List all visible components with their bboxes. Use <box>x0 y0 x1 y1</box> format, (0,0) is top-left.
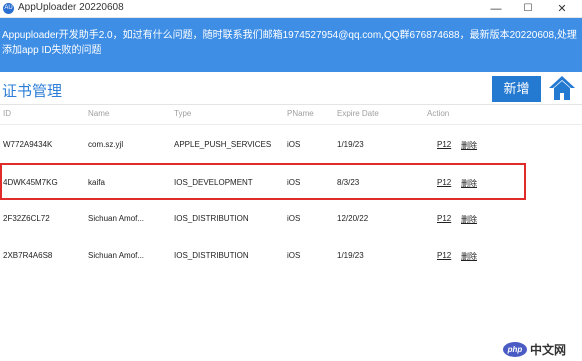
close-button[interactable]: ✕ <box>550 1 574 17</box>
cert-name: com.sz.yjl <box>88 140 124 149</box>
column-header-name: Name <box>88 109 110 118</box>
page-title: 证书管理 <box>2 83 63 100</box>
cert-pname: iOS <box>287 140 301 149</box>
cert-type: IOS_DISTRIBUTION <box>174 214 249 223</box>
download-p12-link[interactable]: P12 <box>437 214 451 223</box>
window-title: AppUploader 20220608 <box>18 2 124 13</box>
delete-link[interactable]: 删除 <box>461 140 477 151</box>
cert-name: Sichuan Amof... <box>88 214 145 223</box>
watermark-text: 中文网 <box>530 343 567 357</box>
cert-id: 2XB7R4A6S8 <box>3 251 53 260</box>
cert-type: IOS_DISTRIBUTION <box>174 251 249 260</box>
cert-id: 2F32Z6CL72 <box>3 214 50 223</box>
table-row: 2XB7R4A6S8 Sichuan Amof... IOS_DISTRIBUT… <box>0 238 582 274</box>
table-row: W772A9434K com.sz.yjl APPLE_PUSH_SERVICE… <box>0 127 582 163</box>
delete-link[interactable]: 删除 <box>461 251 477 262</box>
info-banner: Appuploader开发助手2.0，如过有什么问题，随时联系我们邮箱19745… <box>0 18 582 72</box>
download-p12-link[interactable]: P12 <box>437 251 451 260</box>
column-header-expire-date: Expire Date <box>337 109 379 118</box>
maximize-button[interactable]: ☐ <box>516 1 540 17</box>
add-certificate-button[interactable]: 新增 <box>492 76 541 102</box>
cert-pname: iOS <box>287 251 301 260</box>
column-header-action: Action <box>427 109 450 118</box>
window-titlebar: AU AppUploader 20220608 — ☐ ✕ <box>0 0 582 18</box>
watermark: php 中文网 <box>503 341 579 359</box>
cert-expire-date: 1/19/23 <box>337 251 364 260</box>
column-header-id: ID <box>3 109 11 118</box>
cert-name: Sichuan Amof... <box>88 251 145 260</box>
table-header: ID Name Type PName Expire Date Action <box>0 106 582 125</box>
watermark-logo: php <box>503 342 527 357</box>
delete-link[interactable]: 删除 <box>461 214 477 225</box>
cert-id: W772A9434K <box>3 140 53 149</box>
table-row: 2F32Z6CL72 Sichuan Amof... IOS_DISTRIBUT… <box>0 201 582 237</box>
cert-expire-date: 1/19/23 <box>337 140 364 149</box>
minimize-button[interactable]: — <box>484 1 508 17</box>
column-header-pname: PName <box>287 109 314 118</box>
home-icon[interactable] <box>548 74 576 102</box>
toolbar-divider <box>0 104 582 105</box>
highlight-box <box>0 163 526 200</box>
app-logo-icon: AU <box>3 3 14 14</box>
cert-pname: iOS <box>287 214 301 223</box>
download-p12-link[interactable]: P12 <box>437 140 451 149</box>
cert-expire-date: 12/20/22 <box>337 214 369 223</box>
column-header-type: Type <box>174 109 192 118</box>
cert-type: APPLE_PUSH_SERVICES <box>174 140 272 149</box>
